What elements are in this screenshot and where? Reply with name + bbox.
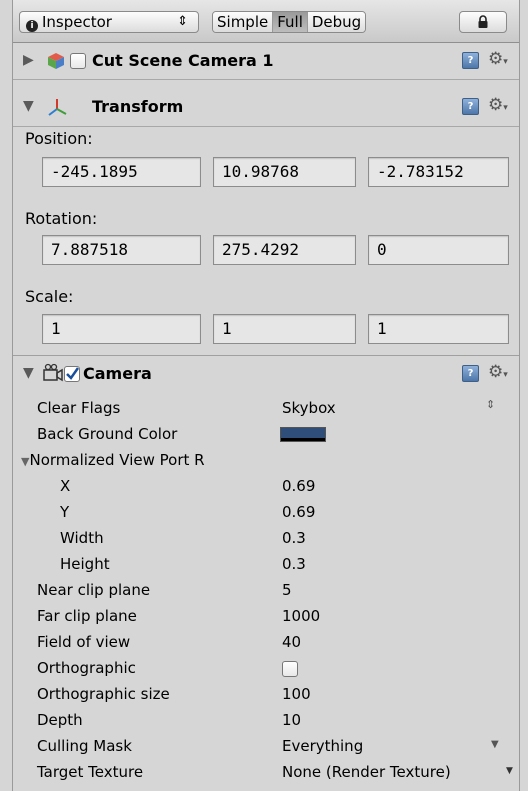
field-of-view-label: Field of view <box>37 633 131 651</box>
transform-axes-icon <box>48 99 67 116</box>
mode-debug-button[interactable]: Debug <box>307 12 366 32</box>
target-texture-label: Target Texture <box>37 763 144 781</box>
lock-icon <box>478 15 488 28</box>
viewport-height-value[interactable]: 0.3 <box>282 555 306 573</box>
camera-enabled-checkbox[interactable] <box>64 366 80 382</box>
inspector-label: Inspector <box>42 13 112 31</box>
updown-arrows-icon: ⇕ <box>177 14 188 29</box>
viewport-width-value[interactable]: 0.3 <box>282 529 306 547</box>
gameobject-header: ▶ Cut Scene Camera 1 ? ⚙▾ <box>13 43 519 80</box>
clear-flags-label: Clear Flags <box>37 399 121 417</box>
culling-mask-label: Culling Mask <box>37 737 132 755</box>
viewport-x-label: X <box>60 477 71 495</box>
collapsed-triangle-icon[interactable]: ▶ <box>23 52 34 68</box>
scale-z-field[interactable]: 1 <box>368 314 509 344</box>
expanded-triangle-icon[interactable]: ▼ <box>23 98 34 114</box>
help-icon[interactable]: ? <box>462 365 479 382</box>
transform-title: Transform <box>92 97 184 116</box>
inspector-dropdown[interactable]: i Inspector ⇕ <box>19 11 199 33</box>
viewport-y-label: Y <box>60 503 70 521</box>
clear-flags-dropdown[interactable]: Skybox <box>282 399 336 417</box>
far-clip-label: Far clip plane <box>37 607 137 625</box>
camera-header: ▼ Camera ? ⚙▾ <box>13 357 519 391</box>
mode-selector: Simple Full Debug <box>212 11 367 33</box>
info-icon: i <box>26 20 38 32</box>
rotation-y-field[interactable]: 275.4292 <box>213 235 356 265</box>
help-icon[interactable]: ? <box>462 98 479 115</box>
camera-icon <box>43 363 63 382</box>
dropdown-arrow-icon: ▼ <box>506 766 513 776</box>
position-label: Position: <box>25 129 93 148</box>
rotation-label: Rotation: <box>25 209 98 228</box>
gameobject-active-checkbox[interactable] <box>70 53 86 69</box>
scale-y-field[interactable]: 1 <box>213 314 356 344</box>
far-clip-value[interactable]: 1000 <box>282 607 320 625</box>
orthographic-size-label: Orthographic size <box>37 685 170 703</box>
target-texture-field[interactable]: None (Render Texture) <box>282 763 451 781</box>
field-of-view-value[interactable]: 40 <box>282 633 301 651</box>
background-color-swatch[interactable] <box>280 427 326 442</box>
camera-title: Camera <box>83 364 152 383</box>
viewport-y-value[interactable]: 0.69 <box>282 503 315 521</box>
depth-value[interactable]: 10 <box>282 711 301 729</box>
mode-simple-button[interactable]: Simple <box>213 12 274 32</box>
lock-button[interactable] <box>459 11 507 33</box>
rotation-x-field[interactable]: 7.887518 <box>42 235 201 265</box>
orthographic-size-value[interactable]: 100 <box>282 685 311 703</box>
gear-icon[interactable]: ⚙▾ <box>488 49 508 69</box>
culling-mask-dropdown[interactable]: Everything <box>282 737 363 755</box>
checkmark-icon <box>66 367 79 380</box>
position-x-field[interactable]: -245.1895 <box>42 157 201 187</box>
orthographic-checkbox[interactable] <box>282 661 298 677</box>
mode-full-button[interactable]: Full <box>273 12 308 32</box>
gameobject-name[interactable]: Cut Scene Camera 1 <box>92 51 273 70</box>
viewport-label[interactable]: ▼Normalized View Port R <box>21 451 205 469</box>
viewport-x-value[interactable]: 0.69 <box>282 477 315 495</box>
viewport-label-text: Normalized View Port R <box>29 451 205 469</box>
scale-label: Scale: <box>25 287 74 306</box>
expanded-triangle-icon[interactable]: ▼ <box>23 365 34 381</box>
near-clip-label: Near clip plane <box>37 581 151 599</box>
updown-arrows-icon: ⇕ <box>486 398 496 411</box>
scale-x-field[interactable]: 1 <box>42 314 201 344</box>
dropdown-arrow-icon: ▼ <box>491 739 499 750</box>
near-clip-value[interactable]: 5 <box>282 581 292 599</box>
section-divider <box>13 355 519 356</box>
transform-header: ▼ Transform ? ⚙▾ <box>13 90 519 127</box>
depth-label: Depth <box>37 711 83 729</box>
background-color-label: Back Ground Color <box>37 425 178 443</box>
gameobject-cube-icon <box>48 53 64 69</box>
gear-icon[interactable]: ⚙▾ <box>488 95 508 115</box>
viewport-height-label: Height <box>60 555 110 573</box>
viewport-width-label: Width <box>60 529 104 547</box>
inspector-panel: i Inspector ⇕ Simple Full Debug ▶ Cut Sce… <box>12 0 520 791</box>
orthographic-label: Orthographic <box>37 659 136 677</box>
position-z-field[interactable]: -2.783152 <box>368 157 509 187</box>
help-icon[interactable]: ? <box>462 52 479 69</box>
gear-icon[interactable]: ⚙▾ <box>488 362 508 382</box>
position-y-field[interactable]: 10.98768 <box>213 157 356 187</box>
inspector-toolbar: i Inspector ⇕ Simple Full Debug <box>13 0 519 43</box>
rotation-z-field[interactable]: 0 <box>368 235 509 265</box>
